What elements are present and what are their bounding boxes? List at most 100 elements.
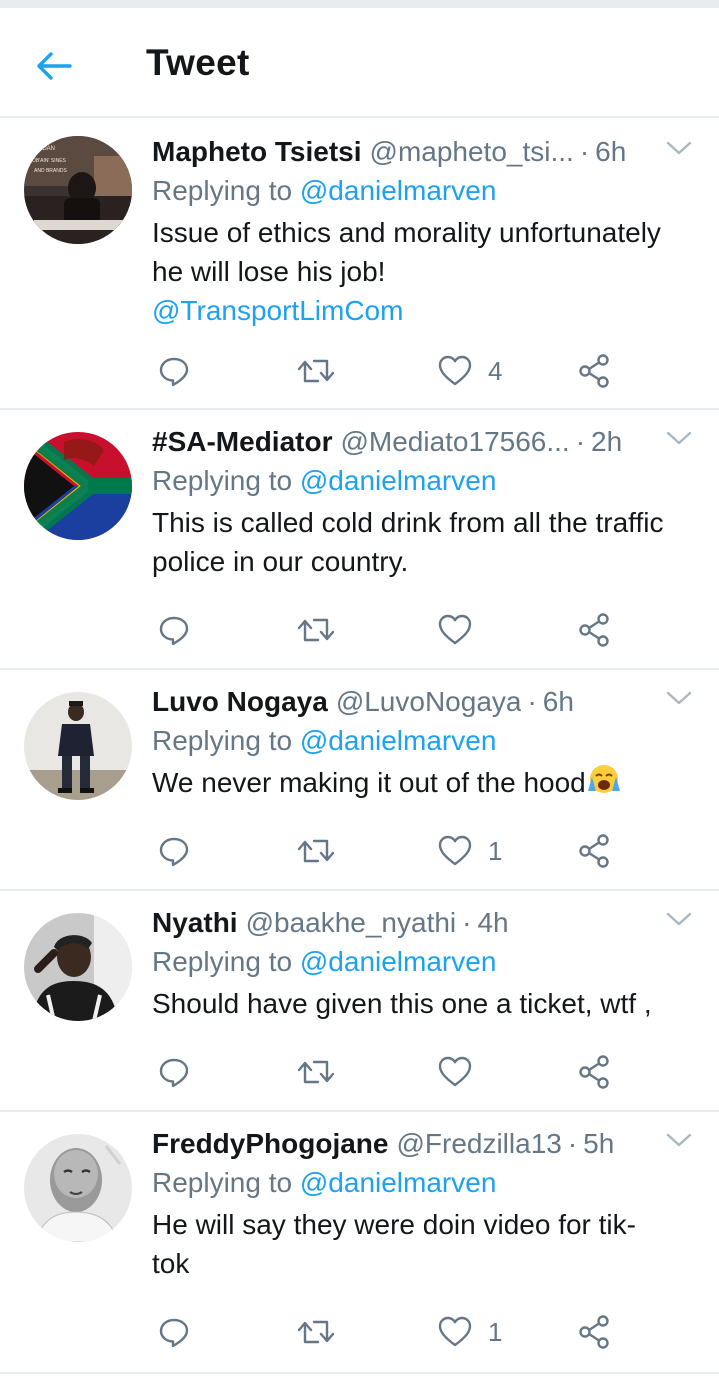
- reply-mention[interactable]: @danielmarven: [300, 946, 497, 977]
- page-title: Tweet: [146, 42, 250, 83]
- tweet-actions: [152, 608, 622, 652]
- retweet-button[interactable]: [298, 608, 334, 652]
- tweet-meta: Mapheto Tsietsi @mapheto_tsi... · 6h: [152, 132, 699, 172]
- meta-separator: ·: [462, 907, 472, 938]
- share-button[interactable]: [578, 1310, 610, 1354]
- avatar[interactable]: IF W DAN OB'AIN' SINES AND BRANDS: [24, 136, 132, 244]
- tweet-actions: 4: [152, 349, 622, 393]
- like-count: 1: [488, 835, 503, 866]
- like-icon: [438, 1316, 472, 1347]
- top-bar: Tweet: [0, 8, 719, 118]
- reply-mention[interactable]: @danielmarven: [300, 725, 497, 756]
- like-icon: [438, 355, 472, 386]
- retweet-button[interactable]: [298, 349, 334, 393]
- replying-to: Replying to @danielmarven: [152, 1163, 699, 1203]
- share-button[interactable]: [578, 1050, 610, 1094]
- avatar[interactable]: [24, 432, 132, 540]
- back-button[interactable]: [22, 34, 86, 98]
- reply-icon: [159, 616, 189, 646]
- reply-icon: [159, 1058, 189, 1088]
- share-icon: [579, 354, 609, 388]
- retweet-icon: [298, 359, 334, 383]
- svg-text:AND BRANDS: AND BRANDS: [34, 168, 67, 174]
- share-icon: [579, 613, 609, 647]
- share-button[interactable]: [578, 829, 610, 873]
- like-button[interactable]: 1: [438, 1310, 502, 1354]
- tweet-item[interactable]: #SA-Mediator @Mediato17566... · 2h Reply…: [0, 410, 719, 670]
- author-name[interactable]: #SA-Mediator: [152, 422, 332, 462]
- tweet-item[interactable]: Luvo Nogaya @LuvoNogaya · 6h Replying to…: [0, 670, 719, 891]
- mention-link[interactable]: @TransportLimCom: [152, 295, 403, 326]
- chevron-down-icon[interactable]: [665, 138, 693, 158]
- chevron-down-icon[interactable]: [665, 1130, 693, 1150]
- author-handle[interactable]: @LuvoNogaya: [336, 682, 522, 722]
- author-handle[interactable]: @Fredzilla13: [396, 1124, 561, 1164]
- author-handle[interactable]: @mapheto_tsi...: [370, 132, 574, 172]
- retweet-icon: [298, 618, 334, 642]
- svg-text:IF W DAN: IF W DAN: [28, 146, 55, 152]
- share-icon: [579, 1315, 609, 1349]
- tweet-text: This is called cold drink from all the t…: [152, 507, 664, 577]
- retweet-button[interactable]: [298, 1050, 334, 1094]
- share-button[interactable]: [578, 349, 610, 393]
- meta-separator: ·: [579, 136, 590, 167]
- author-handle[interactable]: @Mediato17566...: [340, 422, 569, 462]
- reply-mention[interactable]: @danielmarven: [300, 1167, 497, 1198]
- author-handle[interactable]: @baakhe_nyathi: [246, 903, 457, 943]
- author-name[interactable]: Nyathi: [152, 903, 238, 943]
- reply-mention[interactable]: @danielmarven: [300, 175, 497, 206]
- tweet-body: Mapheto Tsietsi @mapheto_tsi... · 6h Rep…: [152, 132, 699, 330]
- tweet-meta: FreddyPhogojane @Fredzilla13 · 5h: [152, 1124, 699, 1164]
- tweet-item[interactable]: IF W DAN OB'AIN' SINES AND BRANDS Maphet…: [0, 120, 719, 410]
- tweet-meta: #SA-Mediator @Mediato17566... · 2h: [152, 422, 699, 462]
- tweet-body: Nyathi @baakhe_nyathi · 4h Replying to @…: [152, 903, 699, 1023]
- share-button[interactable]: [578, 608, 610, 652]
- retweet-icon: [298, 1320, 334, 1344]
- like-button[interactable]: 1: [438, 829, 502, 873]
- author-name[interactable]: Mapheto Tsietsi: [152, 132, 362, 172]
- reply-button[interactable]: [158, 608, 190, 652]
- like-button[interactable]: [438, 608, 488, 652]
- back-arrow-icon: [37, 52, 72, 80]
- reply-button[interactable]: [158, 829, 190, 873]
- tweet-text-content: We never making it out of the hood: [152, 767, 586, 798]
- reply-button[interactable]: [158, 1050, 190, 1094]
- avatar[interactable]: [24, 1134, 132, 1242]
- tweet-text: We never making it out of the hood: [152, 763, 699, 802]
- meta-separator: ·: [527, 686, 537, 717]
- tweet-text: Should have given this one a ticket, wtf…: [152, 988, 652, 1019]
- author-name[interactable]: FreddyPhogojane: [152, 1124, 388, 1164]
- tweet-item[interactable]: Nyathi @baakhe_nyathi · 4h Replying to @…: [0, 891, 719, 1112]
- replying-to: Replying to @danielmarven: [152, 171, 699, 211]
- retweet-button[interactable]: [298, 1310, 334, 1354]
- tweet-item[interactable]: FreddyPhogojane @Fredzilla13 · 5h Replyi…: [0, 1112, 719, 1374]
- chevron-down-icon[interactable]: [665, 428, 693, 448]
- reply-button[interactable]: [158, 349, 190, 393]
- tweet-actions: 1: [152, 829, 622, 873]
- avatar[interactable]: [24, 913, 132, 1021]
- tweet-actions: 1: [152, 1310, 622, 1354]
- retweet-icon: [298, 839, 334, 863]
- avatar[interactable]: [24, 692, 132, 800]
- status-strip: [0, 0, 719, 8]
- tweet-text: He will say they were doin video for tik…: [152, 1209, 636, 1279]
- like-button[interactable]: [438, 1050, 488, 1094]
- replying-prefix: Replying to: [152, 175, 293, 206]
- replying-prefix: Replying to: [152, 725, 293, 756]
- like-icon: [438, 835, 472, 866]
- reply-icon: [159, 357, 189, 387]
- author-name[interactable]: Luvo Nogaya: [152, 682, 328, 722]
- chevron-down-icon[interactable]: [665, 688, 693, 708]
- retweet-button[interactable]: [298, 829, 334, 873]
- like-button[interactable]: 4: [438, 349, 502, 393]
- tweet-body: FreddyPhogojane @Fredzilla13 · 5h Replyi…: [152, 1124, 699, 1283]
- reply-icon: [159, 837, 189, 867]
- tweet-text: Issue of ethics and morality unfortunate…: [152, 213, 699, 330]
- like-icon: [438, 1056, 472, 1087]
- reply-mention[interactable]: @danielmarven: [300, 465, 497, 496]
- tweet-time: 6h: [595, 136, 627, 167]
- chevron-down-icon[interactable]: [665, 909, 693, 929]
- share-icon: [579, 1055, 609, 1089]
- tweet-time: 6h: [542, 686, 574, 717]
- reply-button[interactable]: [158, 1310, 190, 1354]
